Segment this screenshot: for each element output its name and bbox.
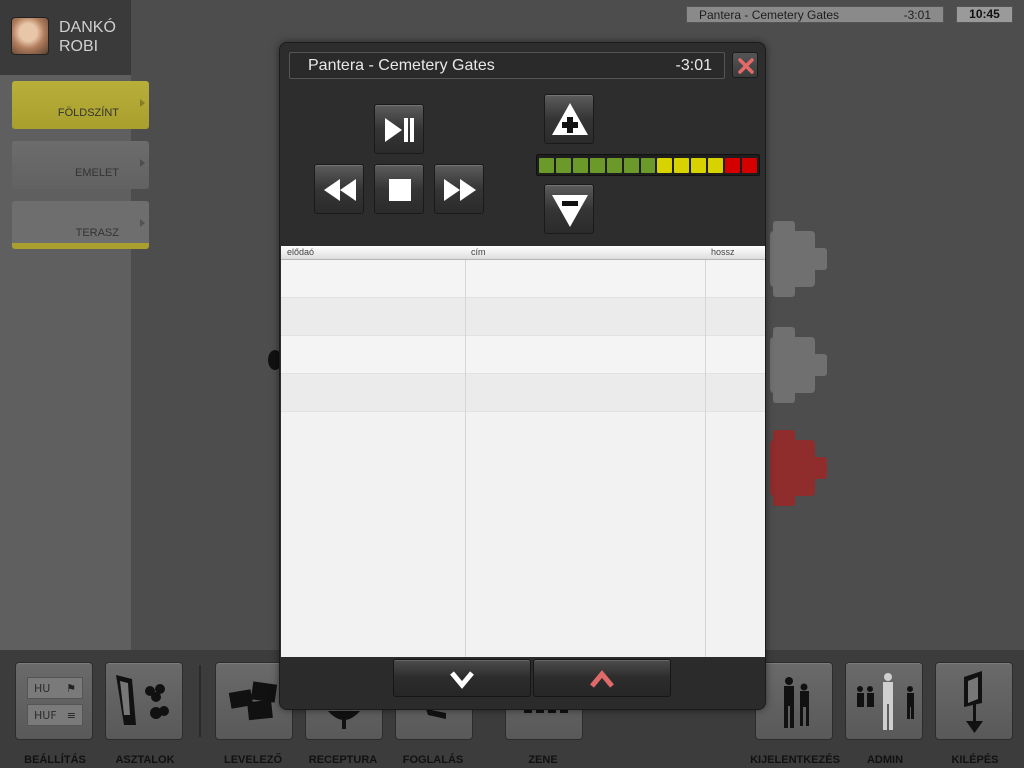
arrow-right-icon [140, 99, 145, 107]
volume-segment [572, 158, 588, 173]
volume-down-icon [552, 195, 588, 227]
chevron-down-icon [450, 671, 474, 689]
now-playing-status[interactable]: Pantera - Cemetery Gates -3:01 [686, 6, 944, 23]
now-playing-bar: Pantera - Cemetery Gates -3:01 [289, 52, 725, 79]
table-row[interactable] [281, 298, 765, 336]
volume-segment [742, 158, 757, 173]
music-player-dialog: Pantera - Cemetery Gates -3:01 elődaó cí… [279, 42, 766, 710]
column-header-title[interactable]: cím [471, 247, 486, 257]
logout-icon [784, 677, 809, 728]
floor-button-emelet[interactable]: EMELET [12, 141, 149, 189]
close-button[interactable] [732, 52, 758, 78]
table-row[interactable] [281, 260, 765, 298]
floor-label: TERASZ [75, 227, 119, 239]
user-panel: DANKÓ ROBI [0, 0, 131, 75]
volume-segment [623, 158, 639, 173]
clock: 10:45 [956, 6, 1013, 23]
stop-icon [389, 179, 411, 201]
now-playing-track: Pantera - Cemetery Gates [699, 8, 840, 22]
floor-button-foldszint[interactable]: FÖLDSZÍNT [12, 81, 149, 129]
volume-segment [708, 158, 724, 173]
rewind-button[interactable] [314, 164, 364, 214]
toolbar-label: KIJELENTKEZÉS [750, 754, 840, 766]
volume-segment [725, 158, 741, 173]
chevron-up-icon [590, 670, 614, 688]
admin-button[interactable] [845, 662, 923, 740]
toolbar-label: KILÉPÉS [951, 754, 999, 766]
coins-icon: ≡ [66, 709, 76, 722]
floor-label: FÖLDSZÍNT [57, 107, 119, 119]
volume-up-button[interactable] [544, 94, 594, 144]
floor-label: EMELET [74, 167, 119, 179]
fast-forward-button[interactable] [434, 164, 484, 214]
volume-segment [691, 158, 707, 173]
toolbar-label: BEÁLLÍTÁS [24, 754, 86, 766]
column-header-artist[interactable]: elődaó [287, 247, 314, 257]
language-selector[interactable]: HU ⚑ [27, 677, 83, 699]
volume-segment [657, 158, 673, 173]
playlist-header: elődaó cím hossz [281, 246, 765, 260]
track-title: Pantera - Cemetery Gates [308, 57, 495, 74]
toolbar-label: FOGLALÁS [402, 754, 464, 766]
floor-button-terasz[interactable]: TERASZ [12, 201, 149, 249]
volume-segment [640, 158, 656, 173]
flag-icon: ⚑ [66, 682, 76, 695]
arrow-right-icon [140, 159, 145, 167]
playlist-scroll-controls [280, 657, 765, 709]
volume-down-button[interactable] [544, 184, 594, 234]
volume-up-icon [552, 103, 588, 135]
avatar[interactable] [11, 17, 49, 55]
toolbar-label: ASZTALOK [115, 754, 175, 766]
table-icon[interactable] [765, 327, 827, 403]
table-icon[interactable] [765, 221, 827, 297]
volume-segment [606, 158, 622, 173]
table-icon-occupied[interactable] [765, 430, 827, 506]
toolbar-label: ZENE [528, 754, 558, 766]
table-row[interactable] [281, 374, 765, 412]
tables-icon [116, 675, 169, 725]
arrow-right-icon [140, 219, 145, 227]
toolbar-divider [199, 665, 201, 737]
volume-meter[interactable] [536, 154, 760, 176]
admin-icon [857, 673, 914, 730]
user-first-name: DANKÓ [59, 19, 116, 36]
toolbar-label: ADMIN [866, 754, 904, 766]
close-icon [738, 58, 754, 74]
column-divider [705, 246, 706, 657]
playlist-table[interactable]: elődaó cím hossz [281, 246, 765, 657]
volume-segment [539, 158, 554, 173]
logout-button[interactable] [755, 662, 833, 740]
column-header-length[interactable]: hossz [711, 247, 735, 257]
play-pause-icon [385, 118, 414, 142]
rewind-icon [324, 179, 356, 201]
settings-button[interactable] [15, 662, 93, 740]
scroll-up-button[interactable] [533, 659, 671, 697]
now-playing-remaining: -3:01 [903, 8, 931, 22]
toolbar-label: RECEPTURA [308, 754, 378, 766]
user-last-name: ROBI [59, 38, 99, 55]
exit-icon [964, 671, 983, 733]
play-pause-button[interactable] [374, 104, 424, 154]
stop-button[interactable] [374, 164, 424, 214]
column-divider [465, 246, 466, 657]
scroll-down-button[interactable] [393, 659, 531, 697]
volume-segment [674, 158, 690, 173]
volume-segment [589, 158, 605, 173]
volume-segment [555, 158, 571, 173]
toolbar-label: LEVELEZŐ [223, 754, 283, 766]
track-remaining-time: -3:01 [675, 57, 712, 74]
tables-button[interactable] [105, 662, 183, 740]
fast-forward-icon [444, 179, 476, 201]
currency-selector[interactable]: HUF ≡ [27, 704, 83, 726]
table-row[interactable] [281, 336, 765, 374]
exit-button[interactable] [935, 662, 1013, 740]
